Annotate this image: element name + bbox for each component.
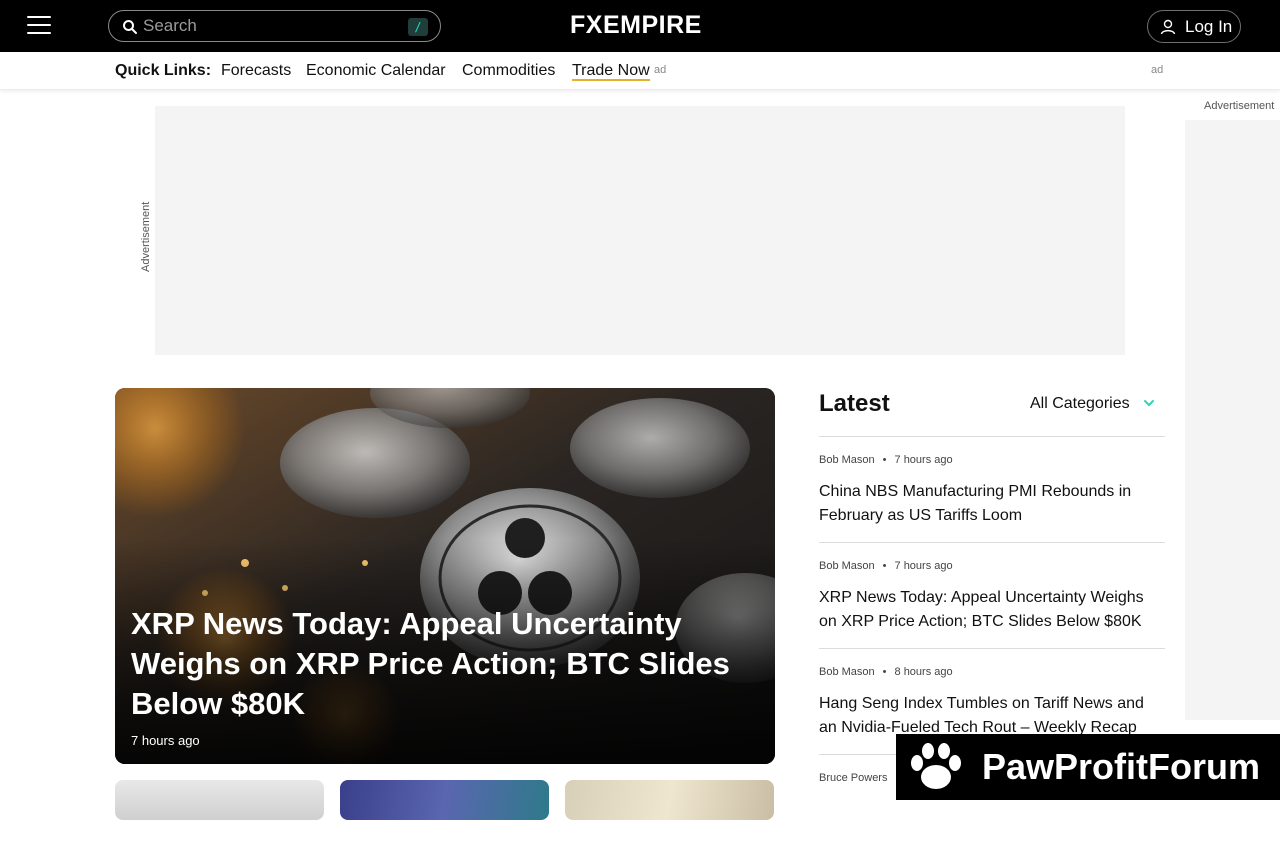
- paw-icon: [911, 743, 961, 789]
- top-advertisement-slot: [155, 106, 1125, 355]
- watermark-brand: PawProfitForum: [982, 746, 1261, 787]
- article-thumbnail[interactable]: [340, 780, 549, 820]
- article-meta: Bob Mason • 7 hours ago: [819, 560, 953, 572]
- ad-tag: ad: [654, 64, 667, 76]
- quick-link-commodities[interactable]: Commodities: [462, 62, 555, 80]
- user-icon: [1160, 19, 1176, 35]
- article-time: 7 hours ago: [894, 454, 953, 466]
- article-meta: Bob Mason • 8 hours ago: [819, 666, 953, 678]
- article-thumbnail[interactable]: [115, 780, 324, 820]
- chevron-down-icon: [1144, 400, 1154, 406]
- search-box[interactable]: /: [108, 10, 441, 42]
- search-shortcut-badge: /: [408, 18, 428, 36]
- hero-timestamp: 7 hours ago: [131, 733, 200, 748]
- latest-news-item[interactable]: Bob Mason • 7 hours ago XRP News Today: Ap…: [819, 542, 1165, 648]
- category-filter-dropdown[interactable]: All Categories: [1030, 395, 1154, 413]
- search-icon: [123, 20, 137, 34]
- article-author[interactable]: Bob Mason: [819, 666, 875, 678]
- ad-tag: ad: [1151, 64, 1164, 76]
- article-time: 7 hours ago: [894, 560, 953, 572]
- article-author[interactable]: Bob Mason: [819, 560, 875, 572]
- latest-news-item[interactable]: Bob Mason • 7 hours ago China NBS Manufact…: [819, 436, 1165, 542]
- article-meta: Bob Mason • 7 hours ago: [819, 454, 953, 466]
- article-author[interactable]: Bob Mason: [819, 454, 875, 466]
- quick-link-forecasts[interactable]: Forecasts: [221, 62, 291, 80]
- top-navigation-bar: / FXEMPIRE Log In: [0, 0, 1280, 52]
- article-meta: Bruce Powers: [819, 772, 887, 784]
- article-headline[interactable]: China NBS Manufacturing PMI Rebounds in …: [819, 480, 1165, 528]
- article-thumbnail[interactable]: [565, 780, 774, 820]
- meta-separator: •: [882, 666, 887, 678]
- quick-links-bar: Quick Links: Forecasts Economic Calendar…: [0, 52, 1280, 90]
- quick-link-economic-calendar[interactable]: Economic Calendar: [306, 62, 446, 80]
- site-logo[interactable]: FXEMPIRE: [570, 10, 702, 40]
- menu-icon[interactable]: [27, 16, 51, 34]
- meta-separator: •: [882, 454, 887, 466]
- advertisement-label: Advertisement: [140, 201, 152, 272]
- login-button[interactable]: Log In: [1147, 10, 1241, 43]
- side-advertisement-label: Advertisement: [1204, 100, 1275, 112]
- hero-article-card[interactable]: XRP News Today: Appeal Uncertainty Weigh…: [115, 388, 775, 764]
- search-input[interactable]: [143, 15, 403, 37]
- article-headline[interactable]: XRP News Today: Appeal Uncertainty Weigh…: [819, 586, 1165, 634]
- category-filter-label: All Categories: [1030, 395, 1130, 412]
- side-advertisement-slot: [1185, 120, 1280, 720]
- quick-links-title: Quick Links:: [115, 62, 212, 79]
- hero-title[interactable]: XRP News Today: Appeal Uncertainty Weigh…: [131, 604, 751, 724]
- latest-heading: Latest: [819, 390, 890, 417]
- watermark-banner: PawProfitForum: [896, 734, 1280, 800]
- article-author[interactable]: Bruce Powers: [819, 772, 887, 784]
- meta-separator: •: [882, 560, 887, 572]
- article-time: 8 hours ago: [894, 666, 953, 678]
- quick-link-trade-now[interactable]: Trade Now: [572, 62, 650, 81]
- article-headline[interactable]: Hang Seng Index Tumbles on Tariff News a…: [819, 692, 1165, 740]
- login-label: Log In: [1185, 17, 1233, 36]
